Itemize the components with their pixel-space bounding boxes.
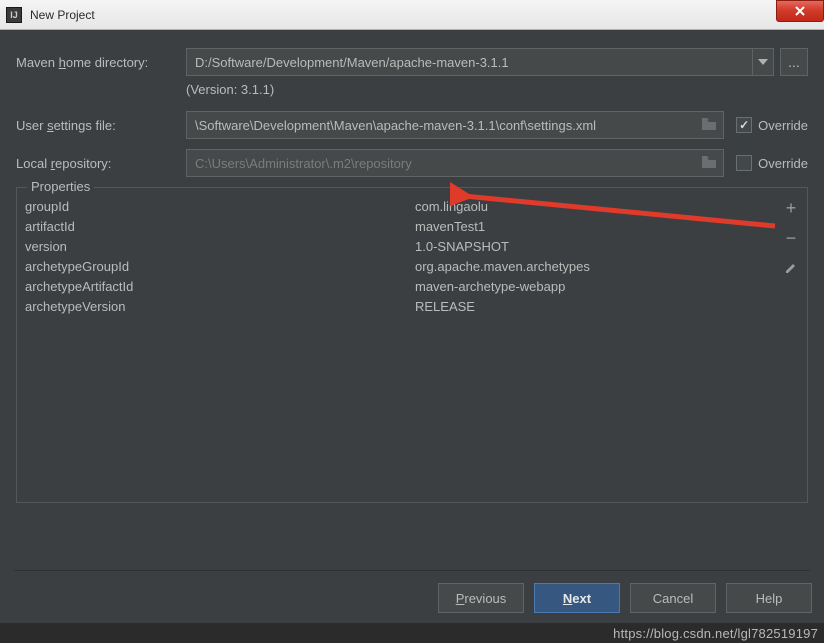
properties-panel: Properties groupIdcom.lingaolu artifactI… (16, 187, 808, 503)
local-repo-input[interactable]: C:\Users\Administrator\.m2\repository (186, 149, 724, 177)
previous-button[interactable]: Previous (438, 583, 524, 613)
local-repo-override-label: Override (758, 156, 808, 171)
maven-home-dropdown[interactable]: D:/Software/Development/Maven/apache-mav… (186, 48, 753, 76)
user-settings-input[interactable]: \Software\Development\Maven\apache-maven… (186, 111, 724, 139)
cancel-button[interactable]: Cancel (630, 583, 716, 613)
local-repo-override-checkbox[interactable] (736, 155, 752, 171)
maven-home-dropdown-arrow[interactable] (752, 48, 774, 76)
table-row[interactable]: archetypeGroupIdorg.apache.maven.archety… (19, 256, 775, 276)
next-button[interactable]: Next (534, 583, 620, 613)
user-settings-override-label: Override (758, 118, 808, 133)
table-row[interactable]: version1.0-SNAPSHOT (19, 236, 775, 256)
dialog-content: Maven home directory: D:/Software/Develo… (0, 30, 824, 623)
window-title: New Project (30, 8, 95, 22)
properties-table: groupIdcom.lingaolu artifactIdmavenTest1… (19, 196, 775, 316)
separator (14, 570, 810, 571)
folder-icon[interactable] (701, 117, 717, 131)
maven-home-value: D:/Software/Development/Maven/apache-mav… (195, 55, 509, 70)
user-settings-override-checkbox[interactable] (736, 117, 752, 133)
app-icon: IJ (6, 7, 22, 23)
watermark-text: https://blog.csdn.net/lgl782519197 (613, 626, 818, 641)
local-repo-label: Local repository: (16, 156, 186, 171)
properties-legend: Properties (27, 179, 94, 194)
table-row[interactable]: archetypeArtifactIdmaven-archetype-webap… (19, 276, 775, 296)
help-button[interactable]: Help (726, 583, 812, 613)
edit-property-button[interactable] (779, 256, 803, 280)
user-settings-label: User settings file: (16, 118, 186, 133)
folder-icon[interactable] (701, 155, 717, 169)
maven-home-browse-button[interactable]: ... (780, 48, 808, 76)
table-row[interactable]: artifactIdmavenTest1 (19, 216, 775, 236)
add-property-button[interactable]: + (779, 196, 803, 220)
user-settings-value: \Software\Development\Maven\apache-maven… (195, 118, 596, 133)
remove-property-button[interactable]: − (779, 226, 803, 250)
maven-home-label: Maven home directory: (16, 55, 186, 70)
local-repo-value: C:\Users\Administrator\.m2\repository (195, 156, 412, 171)
titlebar: IJ New Project (0, 0, 824, 30)
table-row[interactable]: groupIdcom.lingaolu (19, 196, 775, 216)
table-row[interactable]: archetypeVersionRELEASE (19, 296, 775, 316)
window-close-button[interactable] (776, 0, 824, 22)
maven-version-text: (Version: 3.1.1) (186, 82, 808, 97)
